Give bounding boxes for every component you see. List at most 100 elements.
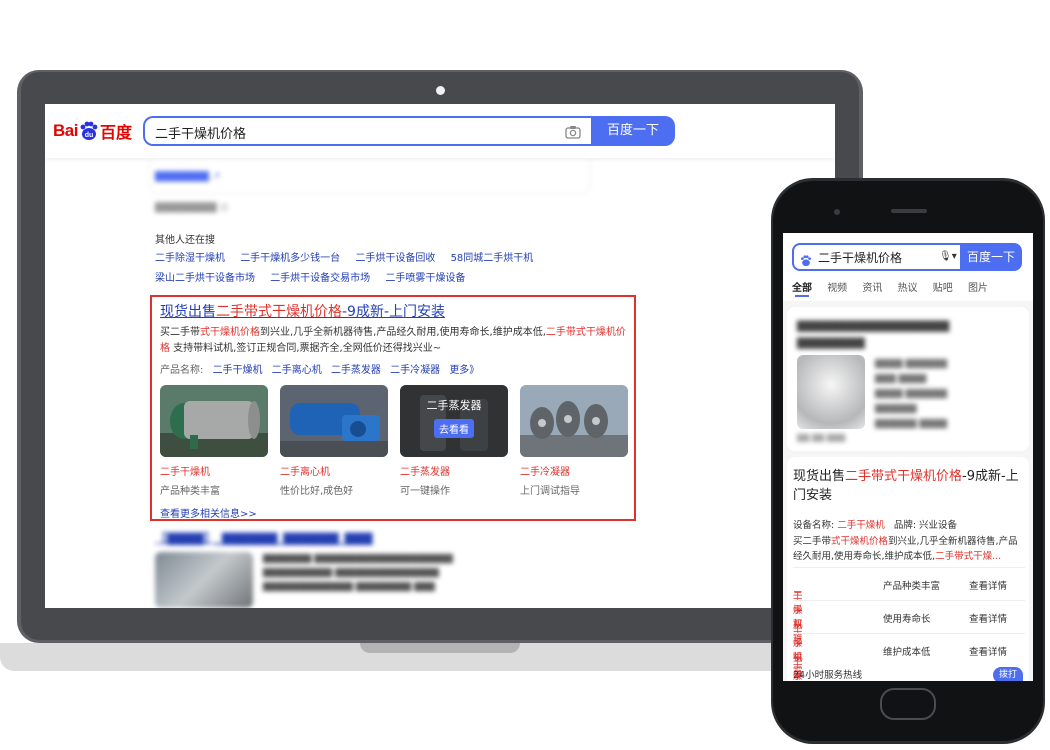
meta-value: 二手干燥机 [837,520,885,531]
overlay-title: 二手蒸发器 [426,399,482,412]
tab-hot[interactable]: 热议 [898,283,918,294]
mobile-ad-result: 现货出售二手带式干燥机价格-9成新-上门安装 设备名称: 二手干燥机 品牌: 兴… [787,457,1029,681]
ad-desc-part: 到兴业,几乎全新机器待售,产品经久耐用,使用寿命长,维护成本低, [260,327,546,338]
product-image: 二手蒸发器 去看看 [400,385,508,457]
baidu-logo[interactable]: Bai du 百度 [53,119,132,143]
search-input[interactable]: 二手干燥机价格 [143,116,591,146]
row-feature: 使用寿命长 [883,614,931,625]
microphone-icon[interactable]: 🎙▾ [939,251,957,262]
mobile-header: 二手干燥机价格 🎙▾ 百度一下 全部 视频 资讯 热议 贴吧 图片 [783,233,1033,301]
related-search-link[interactable]: 二手除湿干燥机 [155,253,225,264]
ad-desc-keyword: 式干燥机价格 [200,327,260,338]
phone-home-button[interactable] [880,688,936,720]
product-tile[interactable]: 二手干燥机 产品种类丰富 [160,385,268,497]
row-feature: 产品种类丰富 [883,581,941,592]
ad-more-categories-link[interactable]: 更多》 [449,365,479,376]
phone-camera [834,209,840,215]
related-search-link[interactable]: 二手烘干设备回收 [355,253,435,264]
ad-title-post: -9成新-上门安装 [342,304,446,320]
product-tile[interactable]: 二手蒸发器 去看看 二手蒸发器 可一键操作 [400,385,508,497]
active-tab-indicator [795,295,809,297]
blurred-snippet: ▇▇▇▇ ▇▇▇▇▇▇ ▇▇▇ ▇▇▇▇ ▇▇▇▇ ▇▇▇▇▇▇ ▇▇▇▇▇▇ ▇▇▇▇… [875,359,948,429]
product-image [160,385,268,457]
view-details-link[interactable]: 查看详情 [969,578,1007,592]
related-search-link[interactable]: 二手烘干设备交易市场 [270,273,370,284]
tab-images[interactable]: 图片 [968,283,988,294]
product-tile[interactable]: 二手冷凝器 上门调试指导 [520,385,628,497]
logo-bai-text: Bai [53,121,78,140]
tab-news[interactable]: 资讯 [862,283,882,294]
brand-label: 品牌: [893,520,917,531]
ad-desc-part: 买二手带 [160,327,200,338]
phone-speaker [891,209,927,213]
laptop-screen: Bai du 百度 二手干燥机价格 百度一下 ▇▇▇▇▇▇▇ ↗ ▇▇▇▇▇▇▇… [45,104,835,608]
product-name: 二手蒸发器 [400,467,450,478]
paw-icon [800,252,812,267]
view-details-link[interactable]: 查看详情 [969,644,1007,658]
previous-result-link: ▇▇▇▇▇▇▇ ↗ [155,171,221,182]
product-image [520,385,628,457]
ad-category-link[interactable]: 二手蒸发器 [331,365,381,376]
mobile-ad-title[interactable]: 现货出售二手带式干燥机价格-9成新-上门安装 [793,467,1025,505]
mobile-blurred-result: ▇▇▇▇▇▇▇▇▇▇▇▇▇▇▇▇▇▇ ▇▇▇▇▇▇▇▇ ▇▇▇▇ ▇▇▇▇▇▇ ▇▇… [787,307,1029,451]
logo-du-text: 百度 [99,123,132,142]
ad-title-keyword: 二手带式干燥机价格 [216,304,342,320]
brand-value: 兴业设备 [919,520,958,531]
product-name: 二手干燥机 [160,467,210,478]
mobile-ad-row[interactable]: 二手双锥 干燥机 产品种类丰富 查看详情 [793,567,1025,644]
mobile-search-input[interactable]: 二手干燥机价格 🎙▾ [792,243,960,271]
camera-icon[interactable] [565,124,581,139]
next-result-image [155,552,253,608]
ad-category-link[interactable]: 二手离心机 [272,365,322,376]
view-more-link[interactable]: 查看更多相关信息>> [160,505,257,520]
view-details-link[interactable]: 查看详情 [969,611,1007,625]
baidu-header: Bai du 百度 二手干燥机价格 百度一下 [45,104,835,158]
blurred-source: ▇▇ ▇▇ ▇▇▇ [797,433,846,442]
related-searches-title: 其他人还在搜 [155,235,215,246]
ad-category-label: 产品名称: [160,365,204,376]
svg-text:du: du [85,132,94,139]
mobile-ad-row[interactable]: 二手耙式干燥机 维护成本低 查看详情 [793,633,1025,681]
row-feature: 维护成本低 [883,647,931,658]
product-image [280,385,388,457]
call-button[interactable]: 拨打 [993,667,1023,681]
product-subtitle: 产品种类丰富 [160,486,220,497]
tab-tieba[interactable]: 贴吧 [933,283,953,294]
mobile-ad-row[interactable]: 二手喷雾 干燥机 使用寿命长 查看详情 [793,600,1025,677]
ad-description: 买二手带式干燥机价格到兴业,几乎全新机器待售,产品经久耐用,使用寿命长,维护成本… [160,325,630,357]
ad-product-tiles: 二手干燥机 产品种类丰富 二手离心机 性价比好,成色好 二手蒸发器 去看看 二手… [160,385,630,497]
mobile-search-button[interactable]: 百度一下 [960,243,1022,271]
product-tile[interactable]: 二手离心机 性价比好,成色好 [280,385,388,497]
next-result-title: 【▇▇▇▇】_▇▇▇▇▇▇_▇▇▇▇▇▇_▇▇▇ [155,531,373,545]
related-search-link[interactable]: 二手喷雾干燥设备 [385,273,465,284]
next-result-snippet: ▇▇▇▇▇▇▇ ▇▇▇▇▇▇▇▇▇▇▇▇▇▇▇▇▇▇▇▇ ▇▇▇▇▇▇▇▇▇▇ ▇… [263,554,453,592]
paw-icon: du [79,121,99,141]
related-search-link[interactable]: 58同城二手烘干机 [451,253,534,264]
related-search-link[interactable]: 梁山二手烘干设备市场 [155,273,255,284]
laptop-camera [436,86,445,95]
tab-all[interactable]: 全部 [792,283,812,294]
product-subtitle: 性价比好,成色好 [280,486,354,497]
phone-screen: 二手干燥机价格 🎙▾ 百度一下 全部 视频 资讯 热议 贴吧 图片 ▇▇▇▇▇▇… [783,233,1033,681]
product-name: 二手冷凝器 [520,467,570,478]
product-subtitle: 可一键操作 [400,486,450,497]
mobile-ad-description: 买二手带式干燥机价格到兴业,几乎全新机器待售,产品经久耐用,使用寿命长,维护成本… [793,534,1025,564]
related-search-link[interactable]: 二手干燥机多少钱一台 [240,253,340,264]
tab-video[interactable]: 视频 [827,283,847,294]
composite-mockup: Bai du 百度 二手干燥机价格 百度一下 ▇▇▇▇▇▇▇ ↗ ▇▇▇▇▇▇▇… [0,0,1050,750]
product-name: 二手离心机 [280,467,330,478]
ad-title-pre: 现货出售 [793,469,846,484]
ad-title-link[interactable]: 现货出售二手带式干燥机价格-9成新-上门安装 [160,301,445,321]
mobile-tabs: 全部 视频 资讯 热议 贴吧 图片 [792,279,1027,294]
ad-category-link[interactable]: 二手干燥机 [213,365,263,376]
ad-desc-keyword: 二手带式干燥... [935,551,1002,562]
go-see-button[interactable]: 去看看 [434,419,474,438]
highlighted-ad-result: 现货出售二手带式干燥机价格-9成新-上门安装 买二手带式干燥机价格到兴业,几乎全… [150,295,636,521]
ad-title-pre: 现货出售 [160,304,216,320]
search-button[interactable]: 百度一下 [591,116,675,146]
ad-category-row: 产品名称: 二手干燥机 二手离心机 二手蒸发器 二手冷凝器 更多》 [160,361,479,376]
product-subtitle: 上门调试指导 [520,486,580,497]
ad-title-keyword: 二手带式干燥机价格 [845,469,963,484]
mobile-ad-meta: 设备名称: 二手干燥机 品牌: 兴业设备 [793,517,957,531]
ad-category-link[interactable]: 二手冷凝器 [390,365,440,376]
